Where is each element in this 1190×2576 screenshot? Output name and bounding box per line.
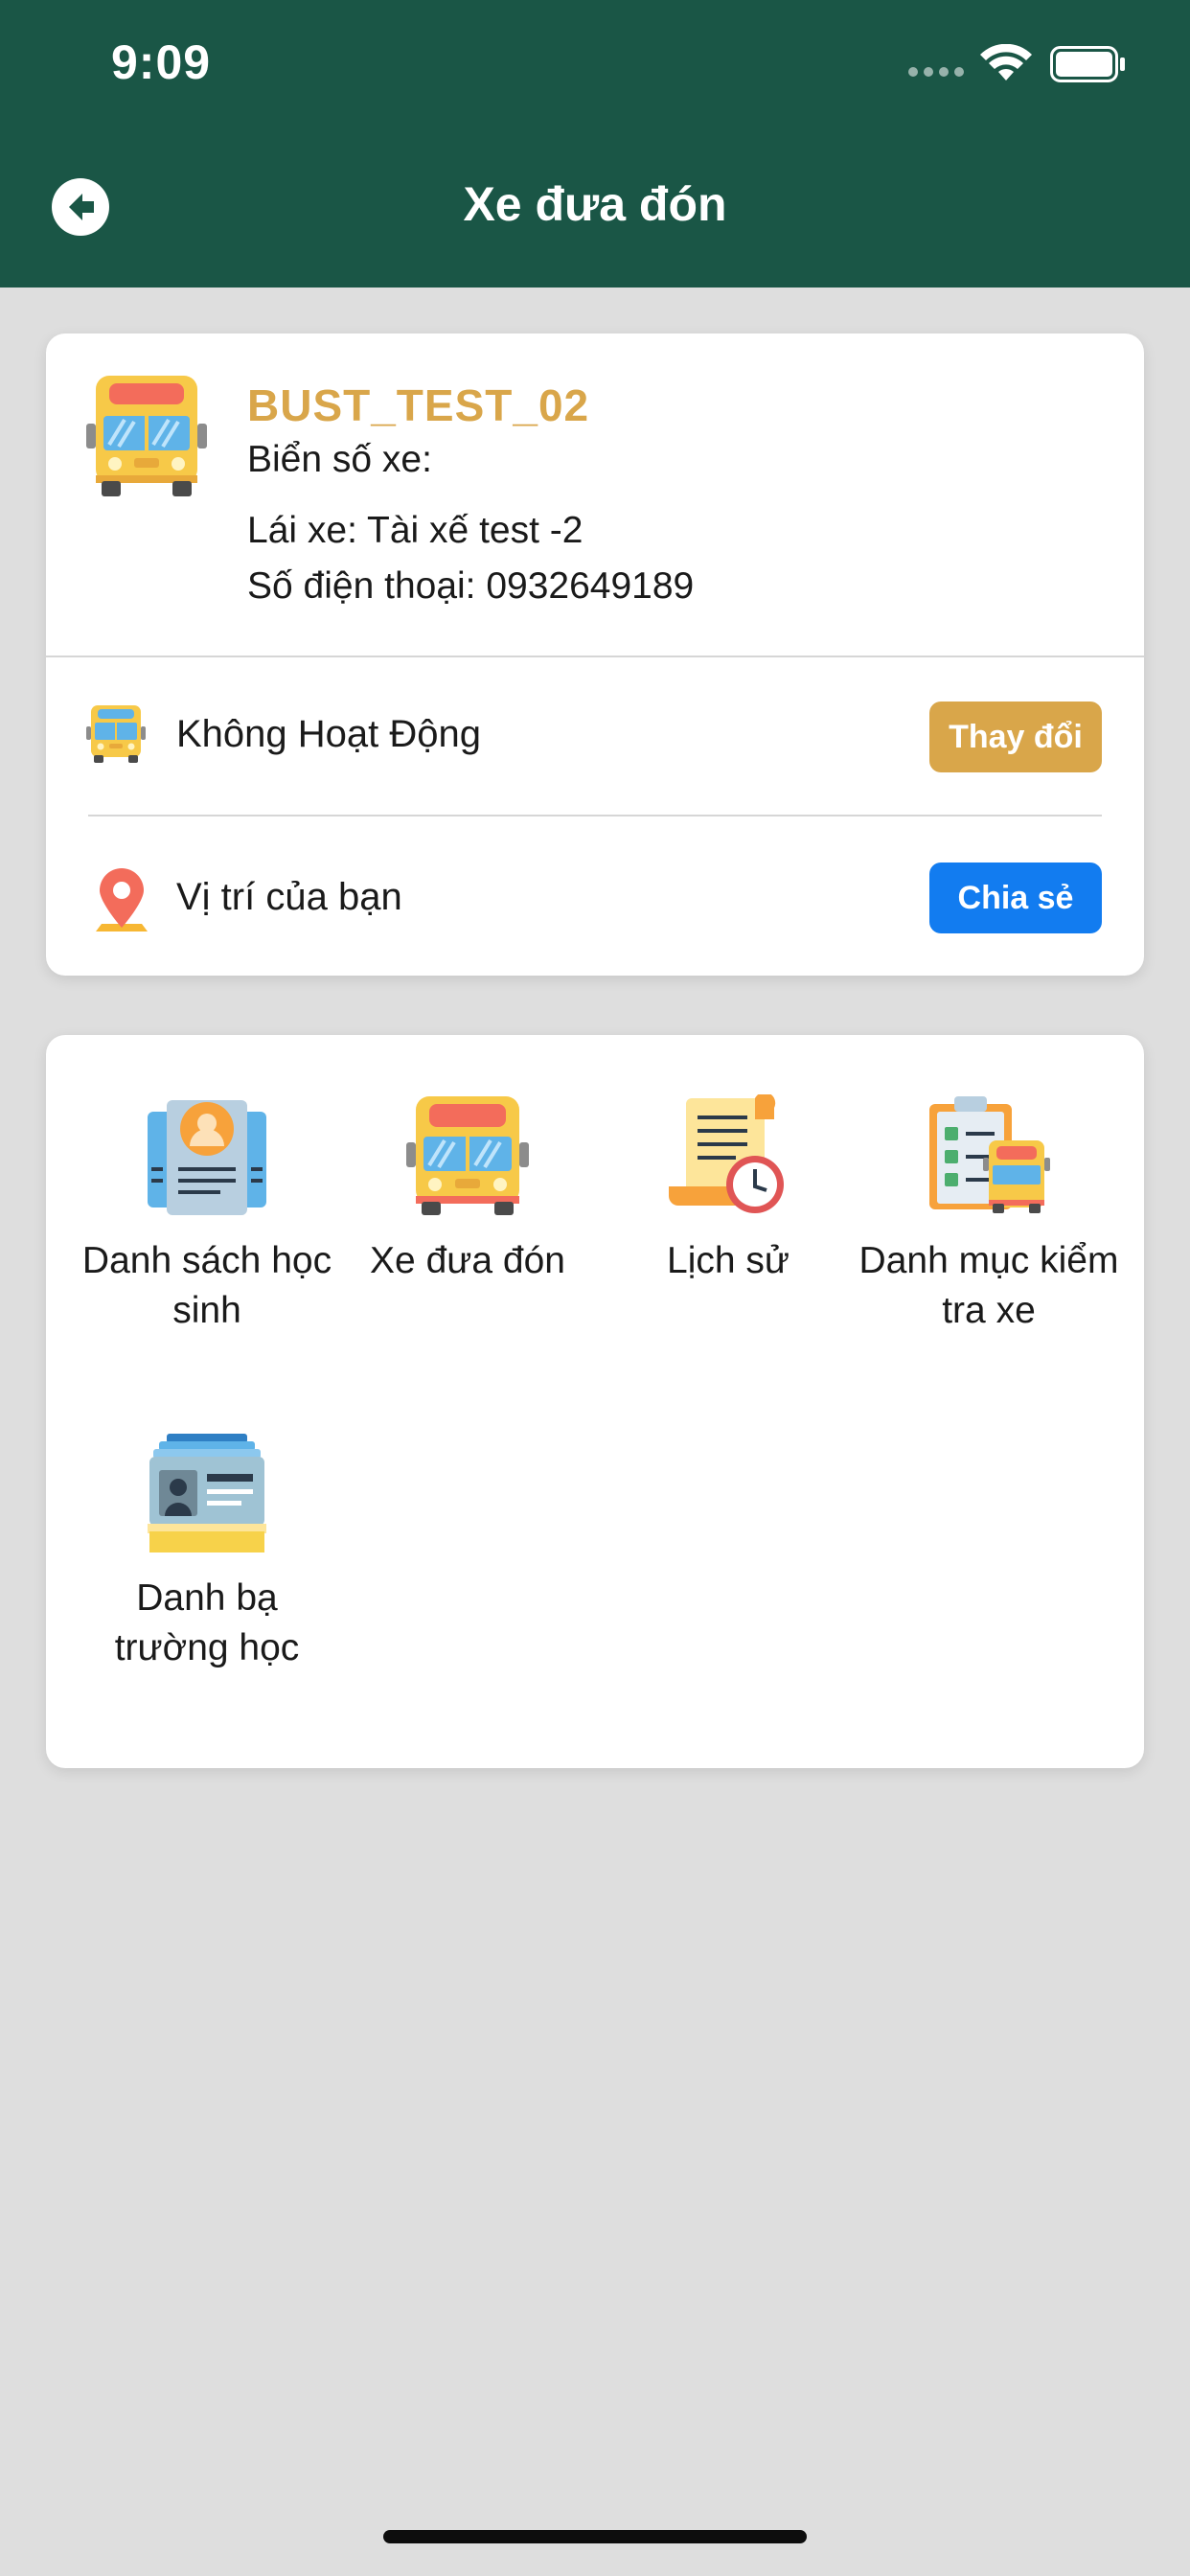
feature-menu-card: Danh sách học sinh Xe đưa đón Lịch sử Da… [46,1035,1144,1768]
menu-item-school-contacts[interactable]: Danh bạ trường học [77,1432,337,1673]
driver-phone: Số điện thoại: 0932649189 [247,565,695,607]
bus-status-text: Không Hoạt Động [176,713,482,755]
share-location-button[interactable]: Chia sẻ [929,862,1102,933]
menu-item-history[interactable]: Lịch sử [598,1094,858,1286]
student-list-icon [148,1100,266,1215]
history-icon [669,1094,784,1213]
license-plate-label: Biển số xe: [247,439,432,480]
wifi-icon [980,44,1032,80]
status-time: 9:09 [111,35,212,89]
bus-status-icon [86,705,146,763]
bus-name: BUST_TEST_02 [247,380,590,430]
status-icons [908,44,1129,82]
school-bus-icon [406,1096,529,1215]
bus-info-card: BUST_TEST_02 Biển số xe: Lái xe: Tài xế … [46,334,1144,976]
menu-item-label: Lịch sử [667,1240,790,1281]
menu-item-vehicle-checklist[interactable]: Danh mục kiểm tra xe [858,1094,1119,1336]
page-title: Xe đưa đón [463,177,727,231]
location-pin-icon [96,868,148,932]
school-bus-icon [86,376,207,496]
divider [46,656,1144,657]
cellular-signal-icon [908,67,964,79]
change-status-button[interactable]: Thay đổi [929,702,1102,772]
menu-item-student-list[interactable]: Danh sách học sinh [77,1094,337,1336]
app-bar: 9:09 Xe đưa đón [0,0,1190,288]
menu-item-label: Danh bạ trường học [114,1577,300,1668]
menu-item-label: Danh mục kiểm tra xe [858,1240,1119,1331]
driver-name: Lái xe: Tài xế test -2 [247,510,584,551]
school-contacts-icon [148,1434,266,1552]
divider [88,815,1102,816]
home-indicator[interactable] [383,2530,807,2543]
menu-item-school-bus[interactable]: Xe đưa đón [337,1094,598,1286]
vehicle-checklist-icon [929,1096,1050,1213]
battery-icon [1050,46,1125,82]
menu-item-label: Danh sách học sinh [81,1240,332,1331]
menu-item-label: Xe đưa đón [370,1240,565,1281]
location-text: Vị trí của bạn [176,876,402,918]
